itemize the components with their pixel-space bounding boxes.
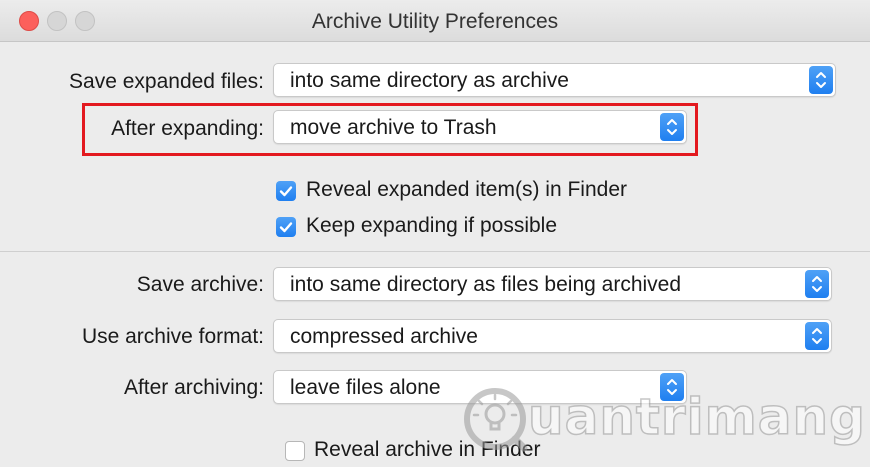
keep-expanding-label[interactable]: Keep expanding if possible bbox=[306, 214, 557, 238]
updown-chevron-icon bbox=[660, 113, 684, 141]
window-title: Archive Utility Preferences bbox=[311, 10, 559, 33]
reveal-expanded-label[interactable]: Reveal expanded item(s) in Finder bbox=[306, 178, 627, 202]
after-expanding-value: move archive to Trash bbox=[290, 116, 497, 139]
updown-chevron-icon bbox=[805, 270, 829, 298]
updown-chevron-icon bbox=[805, 322, 829, 350]
save-archive-popup[interactable]: into same directory as files being archi… bbox=[273, 267, 832, 301]
reveal-expanded-checkbox[interactable] bbox=[276, 181, 296, 201]
save-archive-value: into same directory as files being archi… bbox=[290, 273, 682, 296]
save-archive-label: Save archive: bbox=[136, 273, 264, 296]
section-divider bbox=[0, 251, 870, 252]
checkmark-icon bbox=[279, 186, 293, 197]
reveal-archive-label[interactable]: Reveal archive in Finder bbox=[314, 438, 540, 462]
keep-expanding-checkbox[interactable] bbox=[276, 217, 296, 237]
archive-format-popup[interactable]: compressed archive bbox=[273, 319, 832, 353]
save-expanded-label: Save expanded files: bbox=[69, 70, 264, 93]
save-expanded-popup[interactable]: into same directory as archive bbox=[273, 63, 836, 97]
updown-chevron-icon bbox=[809, 66, 833, 94]
after-archiving-popup[interactable]: leave files alone bbox=[273, 370, 687, 404]
reveal-archive-checkbox[interactable] bbox=[285, 441, 305, 461]
title-bar: Archive Utility Preferences bbox=[0, 0, 870, 42]
after-archiving-value: leave files alone bbox=[290, 376, 441, 399]
save-expanded-value: into same directory as archive bbox=[290, 69, 569, 92]
after-archiving-label: After archiving: bbox=[123, 376, 264, 399]
checkmark-icon bbox=[279, 222, 293, 233]
after-expanding-popup[interactable]: move archive to Trash bbox=[273, 110, 687, 144]
archive-format-value: compressed archive bbox=[290, 325, 478, 348]
updown-chevron-icon bbox=[660, 373, 684, 401]
after-expanding-label: After expanding: bbox=[111, 117, 264, 140]
archive-format-label: Use archive format: bbox=[81, 325, 264, 348]
